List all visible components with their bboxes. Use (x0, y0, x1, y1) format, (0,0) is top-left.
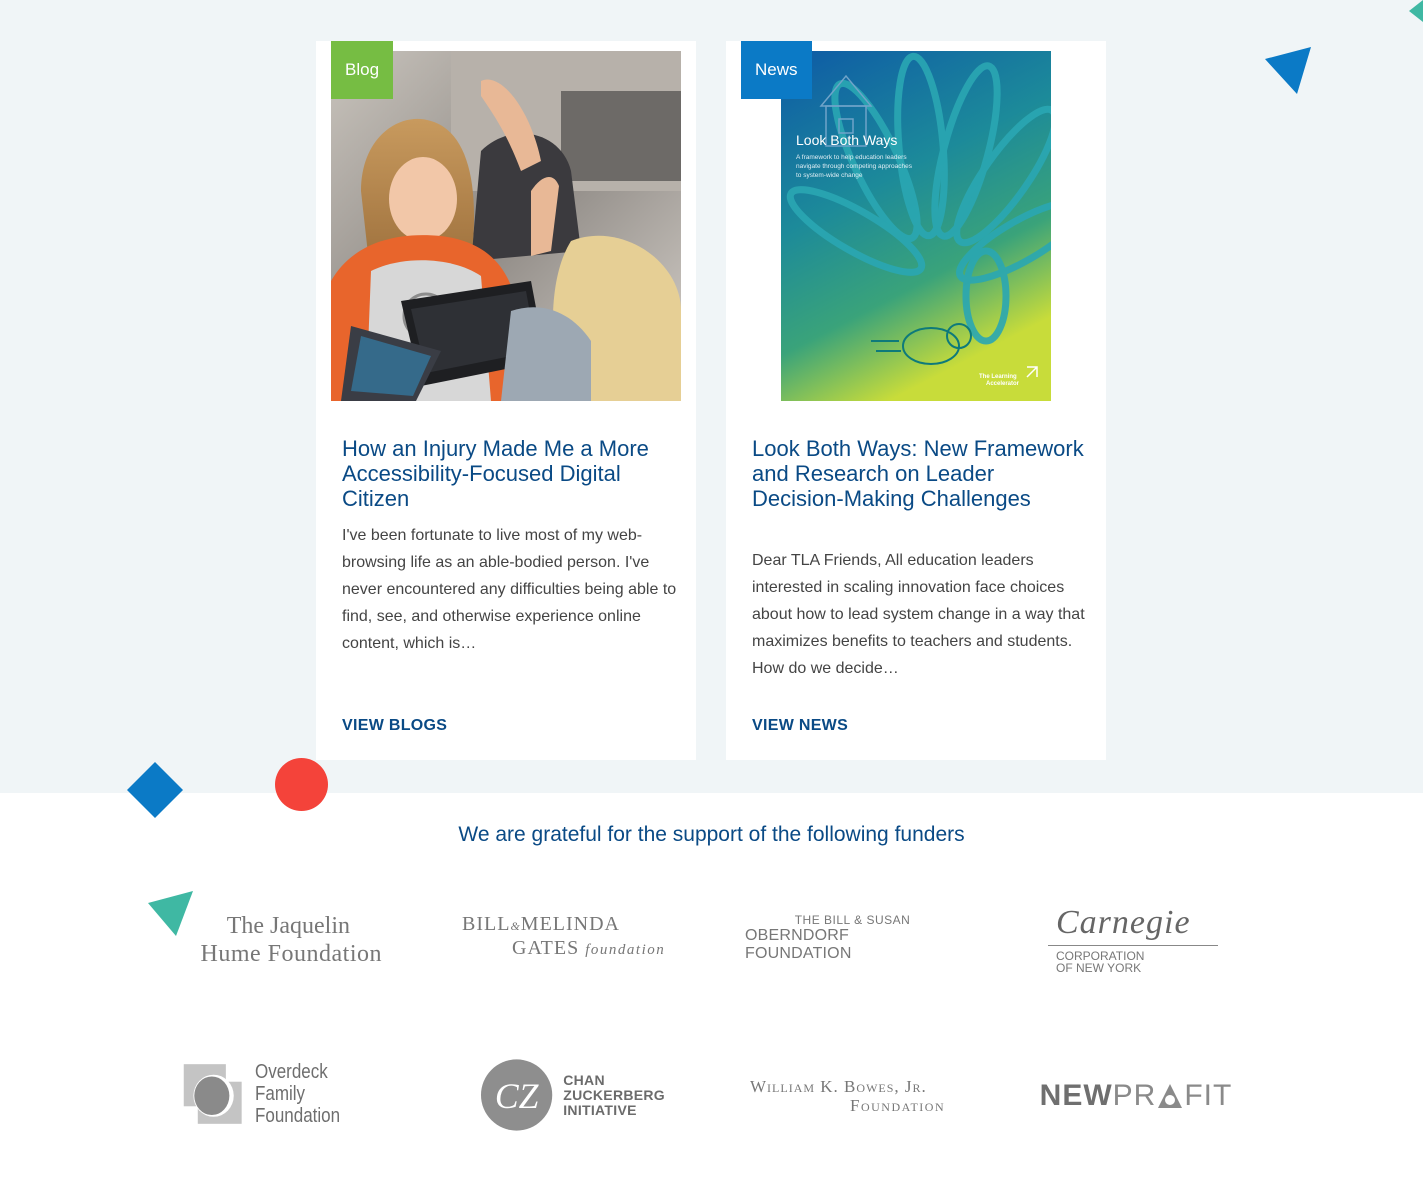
funder-gates-foundation-logo[interactable]: BILL&MELINDA GATES foundation (462, 912, 672, 962)
gates-melinda: MELINDA (520, 913, 620, 935)
overdeck-mark-icon (183, 1064, 242, 1124)
content-section (0, 0, 1423, 793)
view-news-link[interactable]: VIEW NEWS (752, 717, 848, 735)
blog-card[interactable]: Blog How an Injury Made Me a More Access… (316, 41, 696, 760)
carnegie-rule (1048, 944, 1218, 946)
red-circle-icon (275, 758, 328, 811)
blue-diamond-icon (127, 762, 183, 818)
funder-bowes-foundation-logo[interactable]: William K. Bowes, Jr. Foundation (745, 1075, 960, 1117)
news-title[interactable]: Look Both Ways: New Framework and Resear… (752, 436, 1087, 511)
newprofit-new: NEW (1039, 1079, 1113, 1112)
jaquelin-line1: The Jaquelin (226, 913, 350, 939)
cover-brand-line2: Accelerator (986, 381, 1020, 387)
cover-brand-line1: The Learning (979, 374, 1017, 380)
carnegie-line1: CORPORATION (1056, 948, 1145, 963)
funder-newprofit-logo[interactable]: NEW PR FIT (1030, 1076, 1242, 1116)
news-tag[interactable]: News (741, 41, 812, 99)
news-cover-image[interactable]: Look Both Ways A framework to help educa… (781, 51, 1051, 401)
blue-triangle-icon (1265, 47, 1311, 94)
oberndorf-line2: OBERNDORF FOUNDATION (745, 927, 852, 962)
carnegie-script: Carnegie (1056, 903, 1191, 941)
czi-line1: CHAN (563, 1071, 605, 1088)
oberndorf-line1: THE BILL & SUSAN (794, 913, 911, 927)
bowes-line2: Foundation (850, 1096, 946, 1115)
overdeck-line2: Foundation (255, 1105, 341, 1127)
svg-text:CZ: CZ (495, 1076, 540, 1116)
funder-jaquelin-hume-logo[interactable]: The Jaquelin Hume Foundation (170, 905, 390, 975)
teal-triangle-corner-icon (1409, 0, 1423, 22)
funder-carnegie-corporation-logo[interactable]: Carnegie CORPORATION OF NEW YORK (1048, 893, 1228, 983)
newprofit-pr: PR (1112, 1079, 1157, 1112)
cover-title: Look Both Ways (796, 132, 897, 148)
blog-photo[interactable] (331, 51, 681, 401)
newprofit-o-icon (1158, 1084, 1183, 1108)
view-blogs-link[interactable]: VIEW BLOGS (342, 717, 447, 735)
blog-excerpt: I've been fortunate to live most of my w… (342, 527, 677, 652)
gates-bill: BILL (462, 913, 511, 935)
gates-amp: & (510, 919, 521, 933)
funder-overdeck-family-logo[interactable]: Overdeck Family Foundation (182, 1056, 387, 1132)
news-excerpt: Dear TLA Friends, All education leaders … (752, 552, 1085, 677)
blog-tag[interactable]: Blog (331, 41, 394, 99)
czi-line2: ZUCKERBERG (563, 1086, 665, 1103)
news-card[interactable]: Look Both Ways A framework to help educa… (726, 41, 1106, 760)
newprofit-fit: FIT (1184, 1079, 1233, 1112)
czi-line3: INITIATIVE (563, 1101, 637, 1118)
gates-foundation: foundation (585, 942, 666, 958)
funder-chan-zuckerberg-logo[interactable]: CZ CHAN ZUCKERBERG INITIATIVE (480, 1056, 665, 1134)
bowes-line1: William K. Bowes, Jr. (750, 1077, 927, 1096)
funder-oberndorf-foundation-logo[interactable]: THE BILL & SUSAN OBERNDORF FOUNDATION (745, 913, 960, 962)
czi-mark-icon: CZ (480, 1059, 553, 1131)
overdeck-line1: Overdeck Family (255, 1061, 329, 1105)
jaquelin-line2: Hume Foundation (200, 941, 382, 967)
carnegie-line2: OF NEW YORK (1056, 960, 1142, 975)
funders-heading: We are grateful for the support of the f… (458, 823, 965, 846)
blog-title[interactable]: How an Injury Made Me a More Accessibili… (342, 436, 677, 511)
gates-gates: GATES (512, 937, 580, 959)
